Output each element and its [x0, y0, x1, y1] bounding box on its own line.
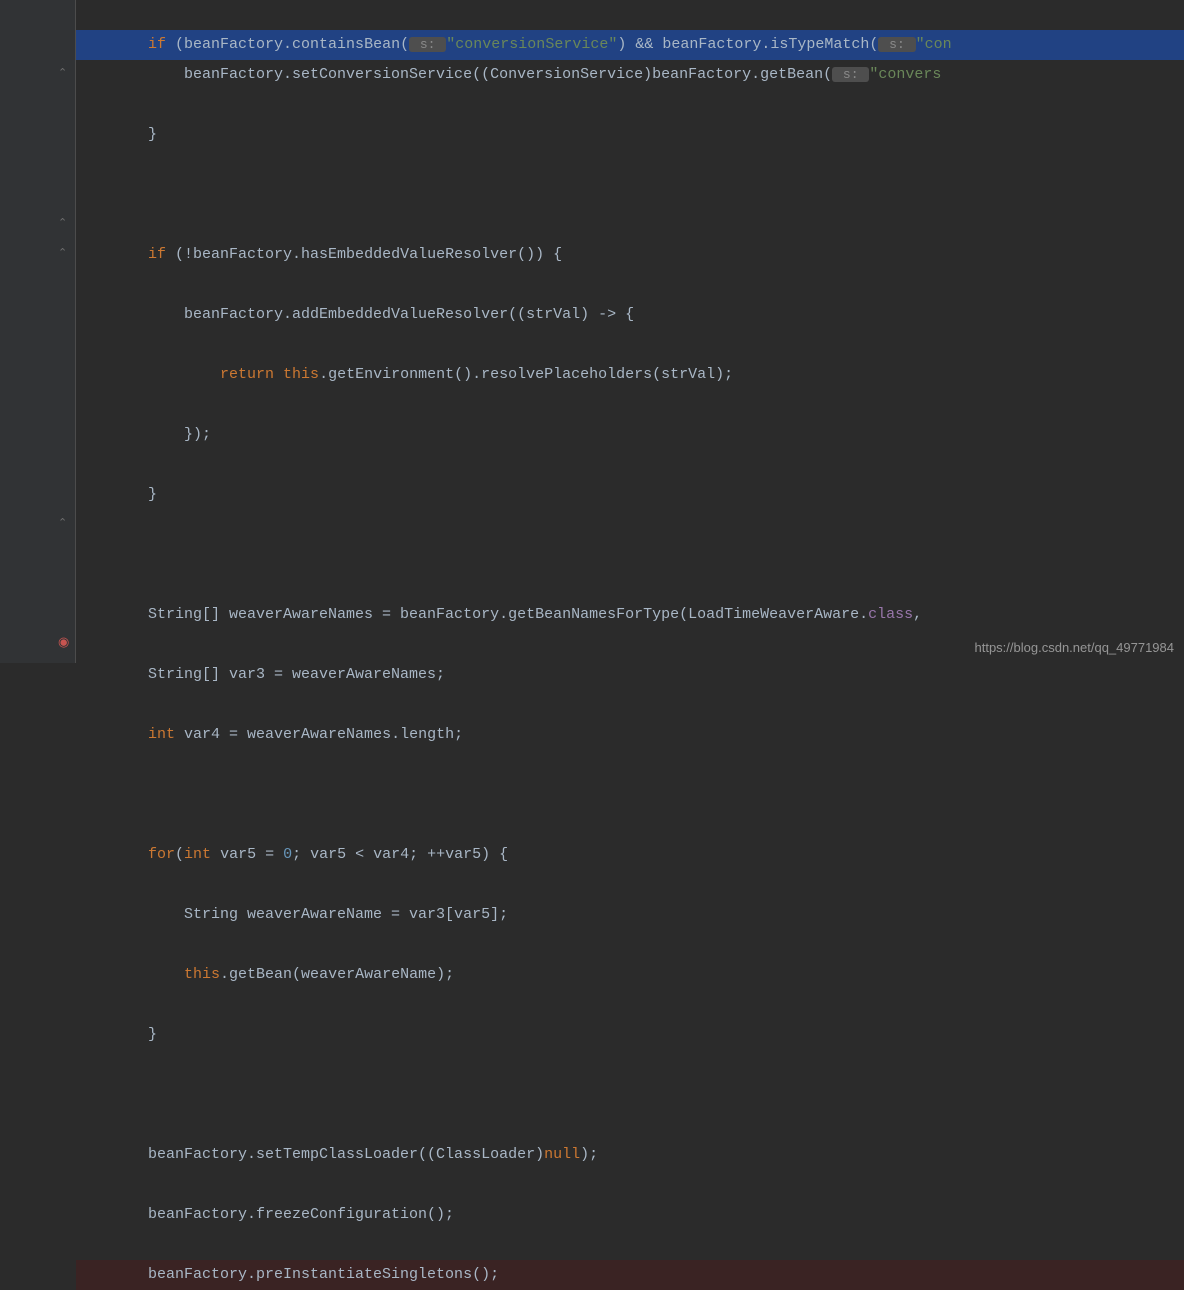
code-line[interactable]: beanFactory.freezeConfiguration();: [76, 1200, 1184, 1230]
code-text: });: [76, 426, 211, 443]
watermark-text: https://blog.csdn.net/qq_49771984: [975, 640, 1175, 655]
code-text: String[] var3 = weaverAwareNames;: [76, 666, 445, 683]
code-text: }: [76, 126, 157, 143]
code-line[interactable]: this.getBean(weaverAwareName);: [76, 960, 1184, 990]
code-line[interactable]: [76, 180, 1184, 210]
field-ref: class: [868, 606, 913, 623]
breakpoint-icon[interactable]: ◉: [58, 635, 69, 650]
param-hint: s:: [832, 67, 869, 82]
code-line[interactable]: String[] weaverAwareNames = beanFactory.…: [76, 600, 1184, 630]
code-line[interactable]: }: [76, 1020, 1184, 1050]
string-literal: "conversionService": [446, 36, 617, 53]
string-literal: "convers: [869, 66, 941, 83]
keyword: if: [148, 246, 166, 263]
editor-gutter[interactable]: ⌃ ⌃ ⌃ ⌃ ◉: [0, 0, 76, 663]
param-hint: s:: [409, 37, 446, 52]
code-line[interactable]: [76, 1080, 1184, 1110]
code-line[interactable]: String weaverAwareName = var3[var5];: [76, 900, 1184, 930]
keyword: return: [220, 366, 274, 383]
code-line[interactable]: if (!beanFactory.hasEmbeddedValueResolve…: [76, 240, 1184, 270]
code-text: ; var5 < var4; ++var5) {: [292, 846, 508, 863]
code-line[interactable]: for(int var5 = 0; var5 < var4; ++var5) {: [76, 840, 1184, 870]
code-line[interactable]: });: [76, 420, 1184, 450]
code-text: (beanFactory.containsBean(: [166, 36, 409, 53]
keyword: int: [184, 846, 211, 863]
code-line[interactable]: }: [76, 120, 1184, 150]
code-text: (: [175, 846, 184, 863]
code-text: }: [76, 1026, 157, 1043]
code-line[interactable]: return this.getEnvironment().resolvePlac…: [76, 360, 1184, 390]
code-text: }: [76, 486, 157, 503]
code-text: );: [580, 1146, 598, 1163]
code-text: beanFactory.setConversionService((Conver…: [76, 66, 832, 83]
keyword: this: [184, 966, 220, 983]
code-text: ) && beanFactory.isTypeMatch(: [617, 36, 878, 53]
code-text: String[] weaverAwareNames = beanFactory.…: [76, 606, 868, 623]
code-line[interactable]: [76, 780, 1184, 810]
keyword: this: [274, 366, 319, 383]
code-line[interactable]: beanFactory.addEmbeddedValueResolver((st…: [76, 300, 1184, 330]
fold-up-icon[interactable]: ⌃: [58, 216, 67, 230]
code-text: .getEnvironment().resolvePlaceholders(st…: [319, 366, 733, 383]
code-line[interactable]: int var4 = weaverAwareNames.length;: [76, 720, 1184, 750]
code-line[interactable]: [76, 540, 1184, 570]
code-text: beanFactory.preInstantiateSingletons();: [76, 1266, 499, 1283]
code-text: beanFactory.setTempClassLoader((ClassLoa…: [76, 1146, 544, 1163]
code-text: ,: [913, 606, 922, 623]
param-hint: s:: [878, 37, 915, 52]
code-text: (!beanFactory.hasEmbeddedValueResolver()…: [166, 246, 562, 263]
code-line-highlighted[interactable]: if (beanFactory.containsBean( s: "conver…: [76, 30, 1184, 60]
code-line-breakpoint[interactable]: beanFactory.preInstantiateSingletons();: [76, 1260, 1184, 1290]
fold-up-icon[interactable]: ⌃: [58, 516, 67, 530]
code-text: beanFactory.freezeConfiguration();: [76, 1206, 454, 1223]
keyword: int: [148, 726, 175, 743]
keyword: for: [148, 846, 175, 863]
number-literal: 0: [283, 846, 292, 863]
code-text: var4 = weaverAwareNames.length;: [175, 726, 463, 743]
code-text: .getBean(weaverAwareName);: [220, 966, 454, 983]
code-text: String weaverAwareName = var3[var5];: [76, 906, 508, 923]
fold-up-icon[interactable]: ⌃: [58, 66, 67, 80]
keyword: if: [148, 36, 166, 53]
string-literal: "con: [916, 36, 952, 53]
code-line[interactable]: String[] var3 = weaverAwareNames;: [76, 660, 1184, 690]
code-line[interactable]: beanFactory.setTempClassLoader((ClassLoa…: [76, 1140, 1184, 1170]
code-text: var5 =: [211, 846, 283, 863]
keyword: null: [544, 1146, 580, 1163]
fold-up-icon[interactable]: ⌃: [58, 246, 67, 260]
code-line[interactable]: }: [76, 480, 1184, 510]
code-line[interactable]: beanFactory.setConversionService((Conver…: [76, 60, 1184, 90]
code-text: beanFactory.addEmbeddedValueResolver((st…: [76, 306, 634, 323]
